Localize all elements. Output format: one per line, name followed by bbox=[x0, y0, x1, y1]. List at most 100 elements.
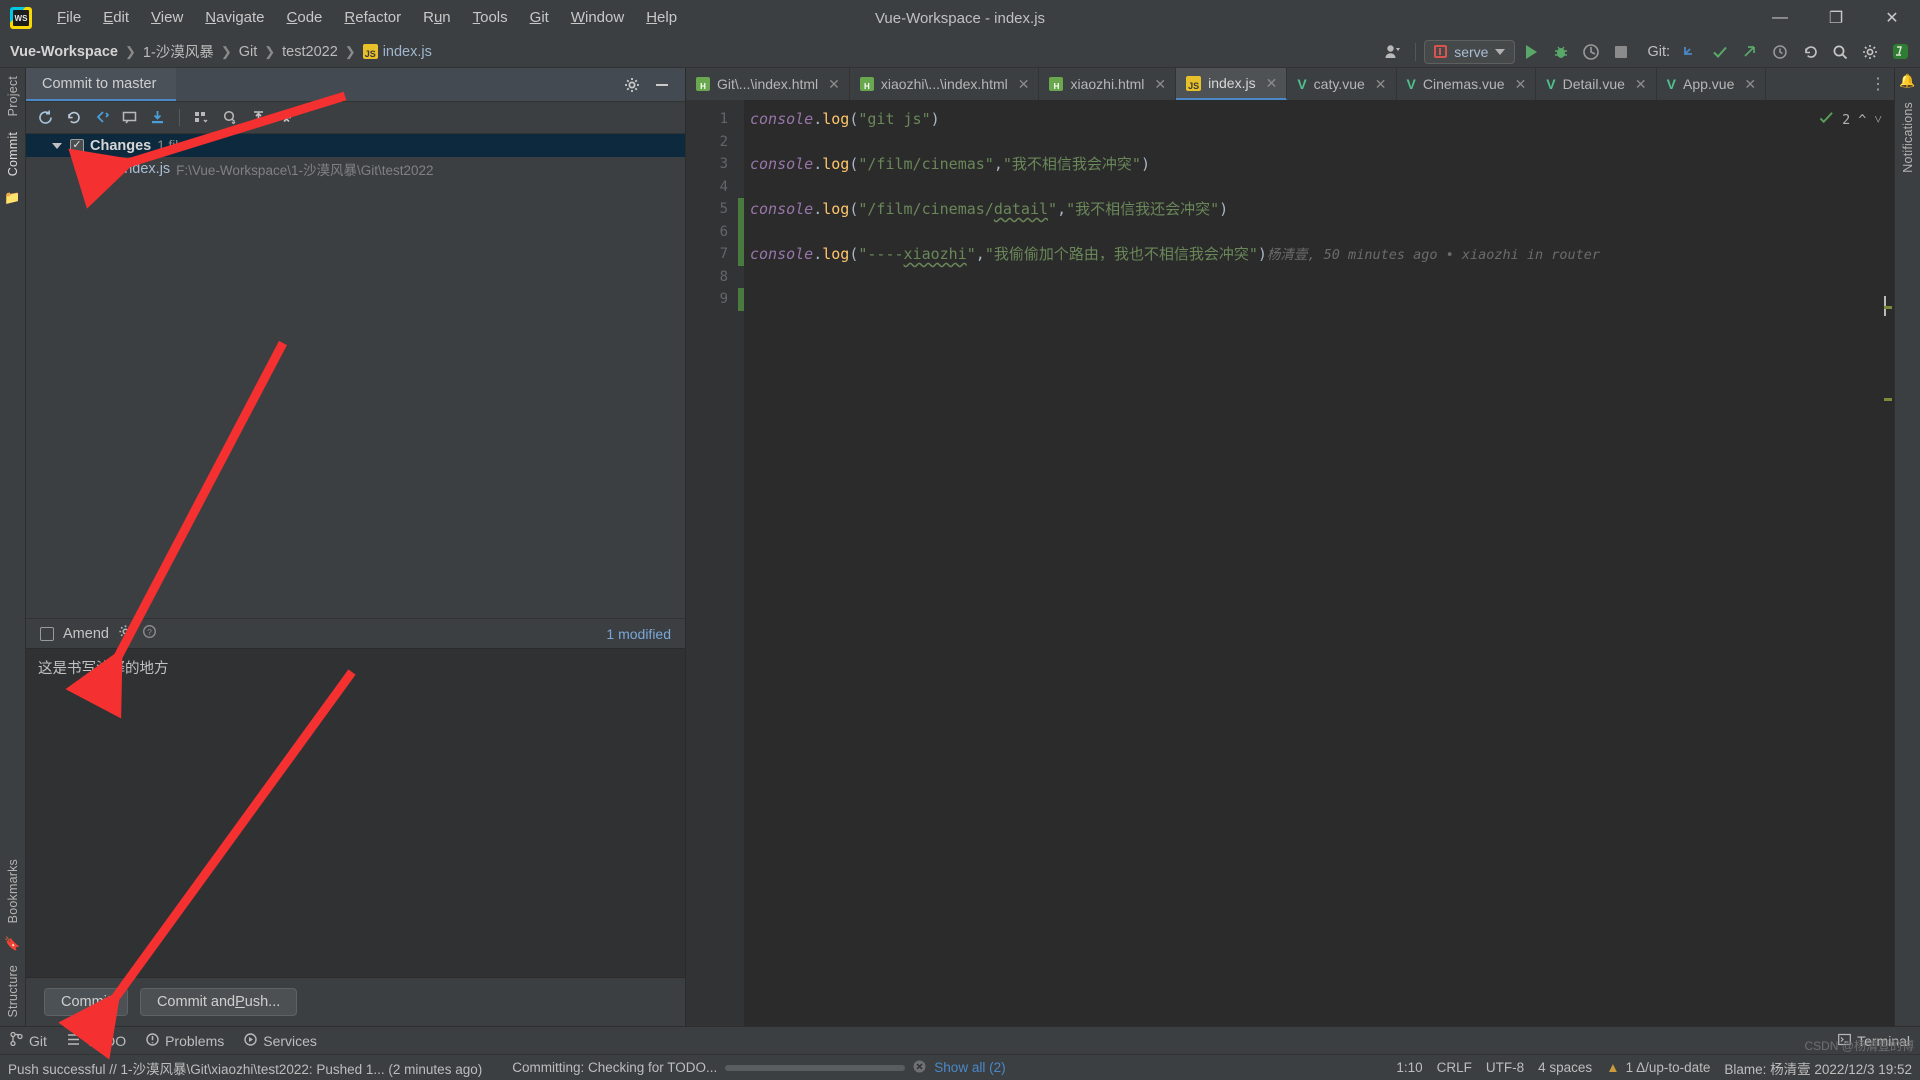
sidebar-item-commit[interactable]: Commit bbox=[6, 124, 20, 184]
menu-tools[interactable]: Tools bbox=[462, 4, 519, 32]
breadcrumb-folder-2[interactable]: Git bbox=[235, 42, 262, 62]
tool-window-todo[interactable]: TODO bbox=[67, 1033, 126, 1049]
editor-tab-xiaozhi-index-html[interactable]: H xiaozhi\...\index.html ✕ bbox=[850, 68, 1040, 100]
sidebar-item-project[interactable]: Project bbox=[6, 68, 20, 124]
error-stripe-marker[interactable] bbox=[1884, 398, 1892, 401]
menu-window[interactable]: Window bbox=[560, 4, 635, 32]
more-tabs-icon[interactable]: ⋮ bbox=[1862, 68, 1894, 100]
editor-tab-index-js[interactable]: JS index.js ✕ bbox=[1176, 68, 1287, 100]
changes-group-row[interactable]: ✓ Changes 1 file bbox=[26, 134, 685, 157]
bookmark-icon[interactable]: 🔖 bbox=[4, 936, 20, 952]
cancel-task-icon[interactable] bbox=[913, 1060, 926, 1076]
sidebar-item-bookmarks[interactable]: Bookmarks bbox=[6, 851, 20, 931]
settings-gear-icon[interactable] bbox=[619, 73, 645, 97]
debug-button[interactable] bbox=[1547, 39, 1575, 65]
ide-plugin-icon[interactable] bbox=[1886, 39, 1914, 65]
tool-window-git[interactable]: Git bbox=[10, 1032, 47, 1049]
group-by-icon[interactable] bbox=[189, 106, 215, 130]
close-tab-icon[interactable]: ✕ bbox=[1744, 76, 1756, 93]
run-with-coverage-button[interactable] bbox=[1577, 39, 1605, 65]
code-editor[interactable]: console.log("git js") console.log("/film… bbox=[744, 100, 1894, 1026]
run-configuration-selector[interactable]: serve bbox=[1424, 40, 1515, 64]
previous-highlight-icon[interactable]: ^ bbox=[1858, 112, 1866, 128]
close-tab-icon[interactable]: ✕ bbox=[828, 76, 840, 93]
error-stripe-marker[interactable] bbox=[1884, 306, 1892, 309]
editor-tab-app-vue[interactable]: V App.vue ✕ bbox=[1657, 68, 1766, 100]
editor-tab-git-index-html[interactable]: H Git\...\index.html ✕ bbox=[686, 68, 850, 100]
rollback-icon[interactable] bbox=[1796, 39, 1824, 65]
commit-options-gear-icon[interactable] bbox=[118, 624, 133, 643]
commit-message-input[interactable]: 这是书写注释的地方 bbox=[26, 648, 685, 978]
show-commit-message-icon[interactable] bbox=[116, 106, 142, 130]
close-button[interactable]: ✕ bbox=[1864, 0, 1920, 36]
breadcrumb-project[interactable]: Vue-Workspace bbox=[6, 42, 122, 62]
update-project-icon[interactable] bbox=[1676, 39, 1704, 65]
show-all-tasks-link[interactable]: Show all (2) bbox=[934, 1060, 1005, 1075]
tab-commit-to-master[interactable]: Commit to master bbox=[26, 68, 176, 101]
changed-file-row[interactable]: ✓ JS index.js F:\Vue-Workspace\1-沙漠风暴\Gi… bbox=[26, 157, 685, 180]
breadcrumb-file[interactable]: JS index.js bbox=[359, 42, 436, 62]
blame-widget[interactable]: Blame: 杨清壹 2022/12/3 19:52 bbox=[1724, 1058, 1912, 1078]
expand-all-icon[interactable] bbox=[245, 106, 271, 130]
commit-icon[interactable] bbox=[1706, 39, 1734, 65]
search-everywhere-icon[interactable] bbox=[1826, 39, 1854, 65]
rollback-icon[interactable] bbox=[60, 106, 86, 130]
help-icon[interactable]: ? bbox=[142, 624, 157, 643]
menu-help[interactable]: Help bbox=[635, 4, 688, 32]
maximize-button[interactable]: ❐ bbox=[1808, 0, 1864, 36]
close-tab-icon[interactable]: ✕ bbox=[1018, 76, 1030, 93]
editor-tab-cinemas-vue[interactable]: V Cinemas.vue ✕ bbox=[1397, 68, 1537, 100]
changes-checkbox[interactable]: ✓ bbox=[70, 139, 84, 153]
sidebar-item-notifications[interactable]: Notifications bbox=[1901, 94, 1915, 181]
line-separator[interactable]: CRLF bbox=[1437, 1060, 1472, 1075]
close-tab-icon[interactable]: ✕ bbox=[1635, 76, 1647, 93]
next-highlight-icon[interactable]: ˅ bbox=[1874, 112, 1882, 128]
commit-button[interactable]: Commit bbox=[44, 988, 128, 1016]
run-button[interactable] bbox=[1517, 39, 1545, 65]
indent-setting[interactable]: 4 spaces bbox=[1538, 1060, 1592, 1075]
close-tab-icon[interactable]: ✕ bbox=[1266, 75, 1278, 92]
collapse-all-icon[interactable] bbox=[273, 106, 299, 130]
menu-git[interactable]: Git bbox=[519, 4, 560, 32]
caret-position[interactable]: 1:10 bbox=[1396, 1060, 1422, 1075]
chevron-down-icon[interactable] bbox=[52, 143, 62, 149]
close-tab-icon[interactable]: ✕ bbox=[1375, 76, 1387, 93]
push-icon[interactable] bbox=[1736, 39, 1764, 65]
menu-refactor[interactable]: Refactor bbox=[333, 4, 412, 32]
menu-code[interactable]: Code bbox=[276, 4, 334, 32]
amend-checkbox[interactable] bbox=[40, 627, 54, 641]
menu-navigate[interactable]: Navigate bbox=[194, 4, 275, 32]
preview-diff-icon[interactable] bbox=[217, 106, 243, 130]
close-tab-icon[interactable]: ✕ bbox=[1154, 76, 1166, 93]
menu-view[interactable]: View bbox=[140, 4, 194, 32]
menu-edit[interactable]: Edit bbox=[92, 4, 140, 32]
commit-and-push-button[interactable]: Commit and Push... bbox=[140, 988, 297, 1016]
breadcrumb-folder-3[interactable]: test2022 bbox=[278, 42, 342, 62]
user-account-icon[interactable] bbox=[1379, 39, 1407, 65]
tool-window-problems[interactable]: Problems bbox=[146, 1033, 224, 1049]
editor-tab-detail-vue[interactable]: V Detail.vue ✕ bbox=[1536, 68, 1656, 100]
editor-tab-caty-vue[interactable]: V caty.vue ✕ bbox=[1287, 68, 1396, 100]
file-checkbox[interactable]: ✓ bbox=[80, 162, 94, 176]
shelve-changes-icon[interactable] bbox=[144, 106, 170, 130]
notifications-bell-icon[interactable]: 🔔 bbox=[1899, 73, 1915, 89]
refresh-changes-icon[interactable] bbox=[32, 106, 58, 130]
vcs-branch-widget[interactable]: ▲ 1 Δ/up-to-date bbox=[1606, 1060, 1710, 1075]
close-tab-icon[interactable]: ✕ bbox=[1515, 76, 1527, 93]
file-encoding[interactable]: UTF-8 bbox=[1486, 1060, 1524, 1075]
stop-button[interactable] bbox=[1607, 39, 1635, 65]
structure-rail-icon[interactable]: 📁 bbox=[4, 190, 20, 206]
inspection-widget[interactable]: 2 ^ ˅ bbox=[1819, 110, 1882, 129]
status-push-message[interactable]: Push successful // 1-沙漠风暴\Git\xiaozhi\te… bbox=[8, 1058, 482, 1078]
tool-window-services[interactable]: Services bbox=[244, 1033, 317, 1049]
breadcrumb-folder-1[interactable]: 1-沙漠风暴 bbox=[139, 39, 218, 64]
show-diff-icon[interactable] bbox=[88, 106, 114, 130]
menu-file[interactable]: File bbox=[46, 4, 92, 32]
editor-tab-xiaozhi-html[interactable]: H xiaozhi.html ✕ bbox=[1039, 68, 1176, 100]
settings-gear-icon[interactable] bbox=[1856, 39, 1884, 65]
sidebar-item-structure[interactable]: Structure bbox=[6, 957, 20, 1026]
menu-run[interactable]: Run bbox=[412, 4, 462, 32]
history-icon[interactable] bbox=[1766, 39, 1794, 65]
hide-tool-window-icon[interactable] bbox=[649, 73, 675, 97]
minimize-button[interactable]: — bbox=[1752, 0, 1808, 36]
